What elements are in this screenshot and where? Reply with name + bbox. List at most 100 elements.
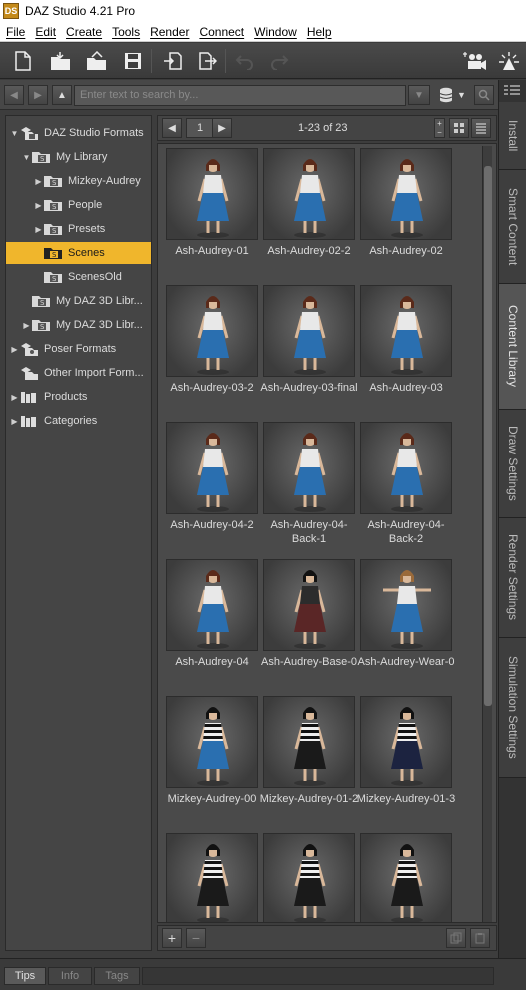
- tree-item[interactable]: S My DAZ 3D Libr...: [6, 290, 151, 312]
- undo-icon[interactable]: [232, 48, 258, 74]
- tab-content-library[interactable]: Content Library: [499, 284, 526, 410]
- collapsed-arrow-icon[interactable]: ▶: [10, 417, 19, 426]
- database-icon: [439, 87, 453, 103]
- menu-edit[interactable]: Edit: [35, 25, 56, 39]
- collapsed-arrow-icon[interactable]: ▶: [10, 393, 19, 402]
- collapsed-arrow-icon[interactable]: ▶: [22, 321, 31, 330]
- collapsed-arrow-icon[interactable]: ▶: [10, 345, 19, 354]
- vertical-scrollbar[interactable]: [482, 146, 492, 922]
- menu-help[interactable]: Help: [307, 25, 332, 39]
- tree-item[interactable]: Other Import Form...: [6, 362, 151, 384]
- tab-draw-settings[interactable]: Draw Settings: [499, 410, 526, 518]
- export-icon[interactable]: [194, 48, 220, 74]
- tab-render-settings[interactable]: Render Settings: [499, 518, 526, 638]
- content-tile[interactable]: Ash-Audrey-04-Back-1: [263, 422, 355, 554]
- search-input[interactable]: Enter text to search by...: [74, 85, 406, 106]
- up-button[interactable]: ▲: [52, 85, 72, 105]
- create-camera-icon[interactable]: [462, 48, 488, 74]
- svg-text:S: S: [52, 251, 57, 259]
- content-tile[interactable]: [263, 833, 355, 922]
- menu-tools[interactable]: Tools: [112, 25, 140, 39]
- grid-view-button[interactable]: [449, 118, 469, 138]
- collapsed-arrow-icon[interactable]: ▶: [34, 177, 43, 186]
- tree-item[interactable]: ▶ S Presets: [6, 218, 151, 240]
- tree-item[interactable]: S ScenesOld: [6, 266, 151, 288]
- arrow-left-icon: ◀: [168, 122, 176, 134]
- add-button[interactable]: +: [162, 928, 182, 948]
- figure-thumbnail: [263, 148, 355, 240]
- tree-item[interactable]: ▶ Products: [6, 386, 151, 408]
- content-tile[interactable]: [166, 833, 258, 922]
- search-dropdown-button[interactable]: ▼: [408, 85, 430, 105]
- next-page-button[interactable]: ▶: [212, 118, 232, 138]
- paste-button[interactable]: [470, 928, 490, 948]
- icon-size-stepper[interactable]: + −: [434, 118, 445, 138]
- tab-simulation-settings[interactable]: Simulation Settings: [499, 638, 526, 778]
- tab-smart-content[interactable]: Smart Content: [499, 170, 526, 284]
- prev-page-button[interactable]: ◀: [162, 118, 182, 138]
- database-filter-button[interactable]: ▼: [434, 85, 470, 105]
- content-tile[interactable]: Ash-Audrey-01: [166, 148, 258, 280]
- tree-item[interactable]: ▼ DAZ Studio Formats: [6, 122, 151, 144]
- tree-item[interactable]: S Scenes: [6, 242, 151, 264]
- folder-icon: S: [31, 150, 51, 164]
- tree-item[interactable]: ▶ S Mizkey-Audrey: [6, 170, 151, 192]
- redo-icon[interactable]: [266, 48, 292, 74]
- tile-label: Ash-Audrey-02-2: [267, 245, 351, 257]
- tile-label: Mizkey-Audrey-01-2: [259, 793, 359, 805]
- content-tile[interactable]: Ash-Audrey-03-final: [260, 285, 358, 417]
- content-tile[interactable]: Ash-Audrey-Wear-0: [358, 559, 455, 691]
- open-recent-icon[interactable]: [84, 48, 110, 74]
- content-tile[interactable]: Ash-Audrey-04-Back-2: [360, 422, 452, 554]
- collapsed-arrow-icon[interactable]: ▶: [34, 225, 43, 234]
- tree-item-label: DAZ Studio Formats: [44, 127, 144, 139]
- menu-connect[interactable]: Connect: [199, 25, 244, 39]
- back-button[interactable]: ◀: [4, 85, 24, 105]
- search-button[interactable]: [474, 85, 494, 105]
- folder-icon: S: [43, 174, 63, 188]
- list-view-button[interactable]: [471, 118, 491, 138]
- tree-item[interactable]: ▶ S My DAZ 3D Libr...: [6, 314, 151, 336]
- expanded-arrow-icon[interactable]: ▼: [10, 129, 19, 138]
- content-tile[interactable]: Ash-Audrey-03-2: [166, 285, 258, 417]
- tab-install[interactable]: Install: [499, 102, 526, 170]
- tree-item[interactable]: ▶ S People: [6, 194, 151, 216]
- folder-icon: S: [43, 246, 63, 260]
- page-number-field[interactable]: 1: [186, 118, 214, 138]
- remove-button[interactable]: −: [186, 928, 206, 948]
- scrollbar-thumb[interactable]: [484, 166, 492, 706]
- expanded-arrow-icon[interactable]: ▼: [22, 153, 31, 162]
- content-tile[interactable]: Mizkey-Audrey-00: [166, 696, 258, 828]
- merge-icon[interactable]: [160, 48, 186, 74]
- content-tile[interactable]: Mizkey-Audrey-01-2: [260, 696, 358, 828]
- tree-item-label: Other Import Form...: [44, 367, 144, 379]
- tab-tips[interactable]: Tips: [4, 967, 46, 985]
- menu-create[interactable]: Create: [66, 25, 102, 39]
- content-tile[interactable]: Ash-Audrey-04: [166, 559, 258, 691]
- content-tile[interactable]: Ash-Audrey-02: [360, 148, 452, 280]
- menu-window[interactable]: Window: [254, 25, 297, 39]
- copy-button[interactable]: [446, 928, 466, 948]
- save-icon[interactable]: [120, 48, 146, 74]
- window-title: DAZ Studio 4.21 Pro: [25, 4, 136, 18]
- tree-item[interactable]: ▶ Categories: [6, 410, 151, 432]
- content-tile[interactable]: Ash-Audrey-Base-0: [261, 559, 357, 691]
- open-folder-icon[interactable]: [48, 48, 74, 74]
- menu-render[interactable]: Render: [150, 25, 189, 39]
- content-tile[interactable]: Ash-Audrey-03: [360, 285, 452, 417]
- tree-item[interactable]: ▶ Poser Formats: [6, 338, 151, 360]
- light-icon[interactable]: [496, 48, 522, 74]
- content-tile[interactable]: Ash-Audrey-02-2: [263, 148, 355, 280]
- forward-button[interactable]: ▶: [28, 85, 48, 105]
- content-tile[interactable]: [360, 833, 452, 922]
- content-tile[interactable]: Mizkey-Audrey-01-3: [357, 696, 455, 828]
- new-file-icon[interactable]: [10, 48, 36, 74]
- tab-info[interactable]: Info: [48, 967, 92, 985]
- menu-file[interactable]: File: [6, 25, 25, 39]
- tree-item[interactable]: ▼ S My Library: [6, 146, 151, 168]
- pane-menu-icon[interactable]: [503, 84, 521, 98]
- tab-tags[interactable]: Tags: [94, 967, 140, 985]
- content-tile[interactable]: Ash-Audrey-04-2: [166, 422, 258, 554]
- tile-label: Mizkey-Audrey-00: [167, 793, 257, 805]
- collapsed-arrow-icon[interactable]: ▶: [34, 201, 43, 210]
